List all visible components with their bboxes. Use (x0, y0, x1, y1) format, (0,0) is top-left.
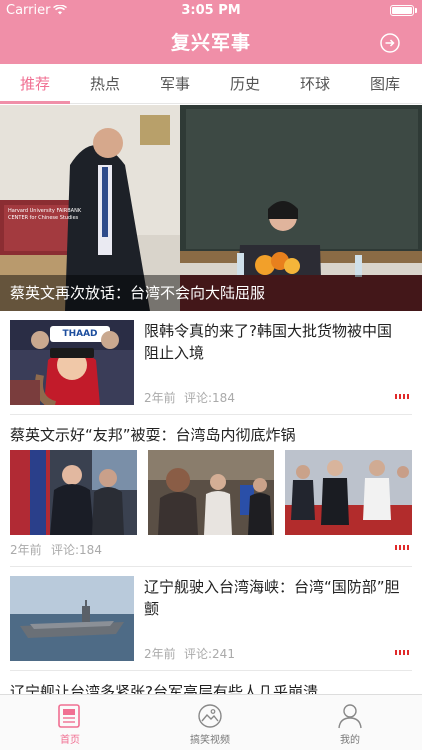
status-bar: Carrier 3:05 PM (0, 0, 422, 22)
article-2-image-1 (10, 450, 137, 535)
more-icon[interactable] (395, 650, 411, 655)
exit-icon[interactable] (380, 33, 400, 53)
hero-sign: Harvard University FAIRBANK CENTER for C… (8, 208, 82, 221)
tab-gallery[interactable]: 图库 (350, 64, 420, 104)
article-2-image-2 (148, 450, 274, 535)
divider (10, 670, 412, 671)
article-1-thumbnail: THAAD (10, 320, 134, 405)
battery-tip (415, 8, 417, 13)
newspaper-icon (58, 704, 80, 728)
more-icon[interactable] (395, 394, 411, 399)
active-tab-indicator (0, 101, 70, 104)
article-1-comments: 评论:184 (184, 391, 235, 405)
bottom-tab-profile-label: 我的 (340, 735, 360, 746)
article-2-image-3 (285, 450, 412, 535)
tab-hot[interactable]: 热点 (70, 64, 140, 104)
divider (10, 566, 412, 567)
hero-banner[interactable]: Harvard University FAIRBANK CENTER for C… (0, 105, 422, 311)
article-3-title: 辽宁舰驶入台湾海峡：台湾“国防部”胆颤 (144, 578, 400, 618)
bottom-tab-videos[interactable]: 搞笑视频 (140, 695, 280, 751)
article-3-thumbnail (10, 576, 134, 661)
article-2-time: 2年前 (10, 543, 42, 557)
bottom-tab-home-label: 首页 (60, 735, 80, 746)
category-tabs: 推荐 热点 军事 历史 环球 图库 (0, 64, 422, 104)
bottom-tab-home[interactable]: 首页 (0, 695, 140, 751)
person-icon (338, 704, 362, 729)
article-1-title: 限韩令真的来了?韩国大批货物被中国阻止入境 (144, 322, 392, 362)
tab-world[interactable]: 环球 (280, 64, 350, 104)
tab-recommend[interactable]: 推荐 (0, 64, 70, 104)
bottom-tab-bar: 首页 搞笑视频 我的 (0, 694, 422, 750)
clock: 3:05 PM (181, 3, 241, 18)
bottom-tab-videos-label: 搞笑视频 (190, 735, 230, 746)
article-1-thumbnail-sign: THAAD (62, 329, 98, 339)
article-2-title: 蔡英文示好“友邦”被耍：台湾岛内彻底炸锅 (10, 426, 296, 444)
article-1-time: 2年前 (144, 391, 176, 405)
tab-history[interactable]: 历史 (210, 64, 280, 104)
battery-icon (390, 5, 414, 16)
divider (10, 414, 412, 415)
article-3-comments: 评论:241 (184, 647, 235, 661)
article-2-comments: 评论:184 (51, 543, 102, 557)
tab-military[interactable]: 军事 (140, 64, 210, 104)
more-icon[interactable] (395, 545, 411, 550)
app-title: 复兴军事 (170, 32, 251, 54)
image-icon (198, 704, 222, 728)
hero-caption: 蔡英文再次放话：台湾不会向大陆屈服 (10, 284, 266, 302)
article-3-time: 2年前 (144, 647, 176, 661)
nav-bar: 复兴军事 (0, 22, 422, 64)
bottom-tab-profile[interactable]: 我的 (280, 695, 420, 751)
